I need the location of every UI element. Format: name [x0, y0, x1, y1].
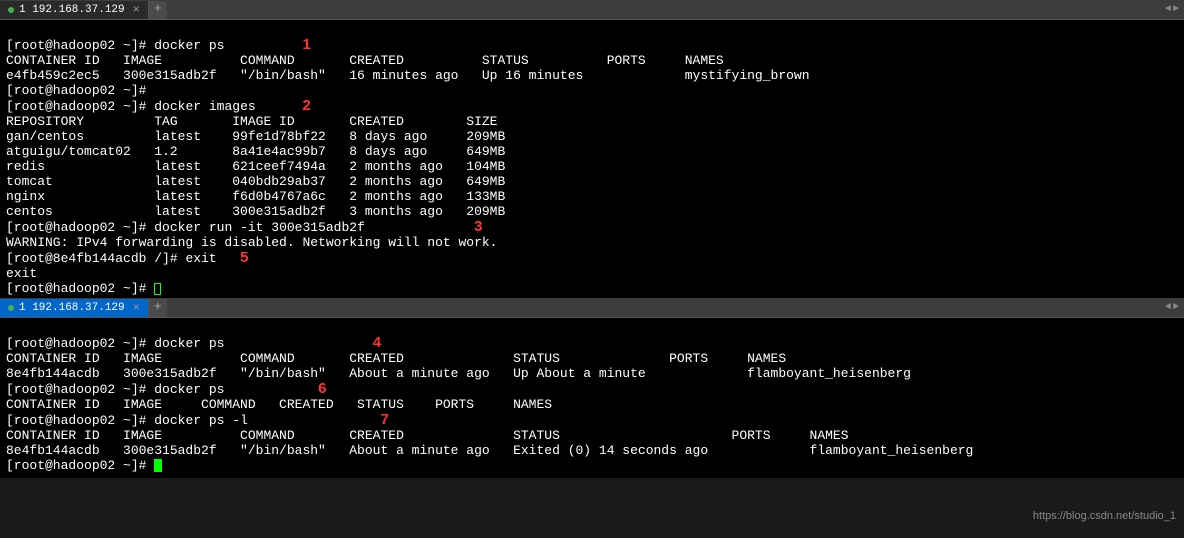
tab-session-2[interactable]: 1 192.168.37.129 × [0, 299, 149, 317]
command-text: docker images [154, 99, 255, 114]
tab-scroll-controls: ◄ ► [1165, 4, 1184, 15]
scroll-right-icon[interactable]: ► [1173, 302, 1179, 313]
annotation-7: 7 [381, 411, 389, 428]
prompt: [root@hadoop02 ~]# [6, 38, 146, 53]
output-line: exit [6, 266, 37, 281]
scroll-left-icon[interactable]: ◄ [1165, 302, 1171, 313]
output-line: tomcat latest 040bdb29ab37 2 months ago … [6, 174, 505, 189]
tab-bar-bottom: 1 192.168.37.129 × + ◄ ► [0, 298, 1184, 318]
terminal-top[interactable]: [root@hadoop02 ~]# docker ps 1 CONTAINER… [0, 20, 1184, 298]
annotation-4: 4 [373, 334, 381, 351]
prompt: [root@hadoop02 ~]# [6, 220, 146, 235]
scroll-right-icon[interactable]: ► [1173, 4, 1179, 15]
prompt: [root@hadoop02 ~]# [6, 458, 146, 473]
prompt: [root@hadoop02 ~]# [6, 99, 146, 114]
output-line: e4fb459c2ec5 300e315adb2f "/bin/bash" 16… [6, 68, 810, 83]
output-line: nginx latest f6d0b4767a6c 2 months ago 1… [6, 189, 505, 204]
cursor-icon [154, 459, 162, 472]
empty-space [0, 478, 1184, 538]
prompt: [root@hadoop02 ~]# [6, 382, 146, 397]
tab-scroll-controls: ◄ ► [1165, 302, 1184, 313]
cursor-icon [154, 283, 161, 295]
output-line: atguigu/tomcat02 1.2 8a41e4ac99b7 8 days… [6, 144, 505, 159]
prompt: [root@hadoop02 ~]# [6, 83, 146, 98]
command-text: docker ps [154, 336, 224, 351]
add-tab-button[interactable]: + [149, 299, 167, 317]
command-text: docker ps -l [154, 413, 248, 428]
prompt: [root@hadoop02 ~]# [6, 413, 146, 428]
tab-title: 1 192.168.37.129 [19, 302, 125, 314]
watermark-text: https://blog.csdn.net/studio_1 [1033, 510, 1176, 522]
tab-bar-top: 1 192.168.37.129 × + ◄ ► [0, 0, 1184, 20]
annotation-5: 5 [240, 249, 248, 266]
status-dot-icon [8, 305, 14, 311]
tab-title: 1 192.168.37.129 [19, 4, 125, 16]
inner-prompt: [root@8e4fb144acdb /]# [6, 251, 178, 266]
annotation-1: 1 [302, 36, 310, 53]
output-line: redis latest 621ceef7494a 2 months ago 1… [6, 159, 505, 174]
output-line: CONTAINER ID IMAGE COMMAND CREATED STATU… [6, 428, 849, 443]
status-dot-icon [8, 7, 14, 13]
command-text: docker ps [154, 38, 224, 53]
output-line: CONTAINER ID IMAGE COMMAND CREATED STATU… [6, 53, 724, 68]
output-line: centos latest 300e315adb2f 3 months ago … [6, 204, 505, 219]
output-line: WARNING: IPv4 forwarding is disabled. Ne… [6, 235, 497, 250]
output-line: 8e4fb144acdb 300e315adb2f "/bin/bash" Ab… [6, 443, 973, 458]
command-text: docker run -it 300e315adb2f [154, 220, 365, 235]
tab-session-1[interactable]: 1 192.168.37.129 × [0, 1, 149, 19]
annotation-6: 6 [318, 380, 326, 397]
add-tab-button[interactable]: + [149, 1, 167, 19]
terminal-bottom[interactable]: [root@hadoop02 ~]# docker ps 4 CONTAINER… [0, 318, 1184, 478]
scroll-left-icon[interactable]: ◄ [1165, 4, 1171, 15]
command-text: exit [185, 251, 216, 266]
output-line: 8e4fb144acdb 300e315adb2f "/bin/bash" Ab… [6, 366, 911, 381]
annotation-3: 3 [474, 218, 482, 235]
command-text: docker ps [154, 382, 224, 397]
output-line: REPOSITORY TAG IMAGE ID CREATED SIZE [6, 114, 497, 129]
prompt: [root@hadoop02 ~]# [6, 281, 146, 296]
close-icon[interactable]: × [133, 301, 140, 315]
close-icon[interactable]: × [133, 3, 140, 17]
prompt: [root@hadoop02 ~]# [6, 336, 146, 351]
output-line: gan/centos latest 99fe1d78bf22 8 days ag… [6, 129, 505, 144]
annotation-2: 2 [302, 97, 310, 114]
output-line: CONTAINER ID IMAGE COMMAND CREATED STATU… [6, 351, 786, 366]
output-line: CONTAINER ID IMAGE COMMAND CREATED STATU… [6, 397, 552, 412]
